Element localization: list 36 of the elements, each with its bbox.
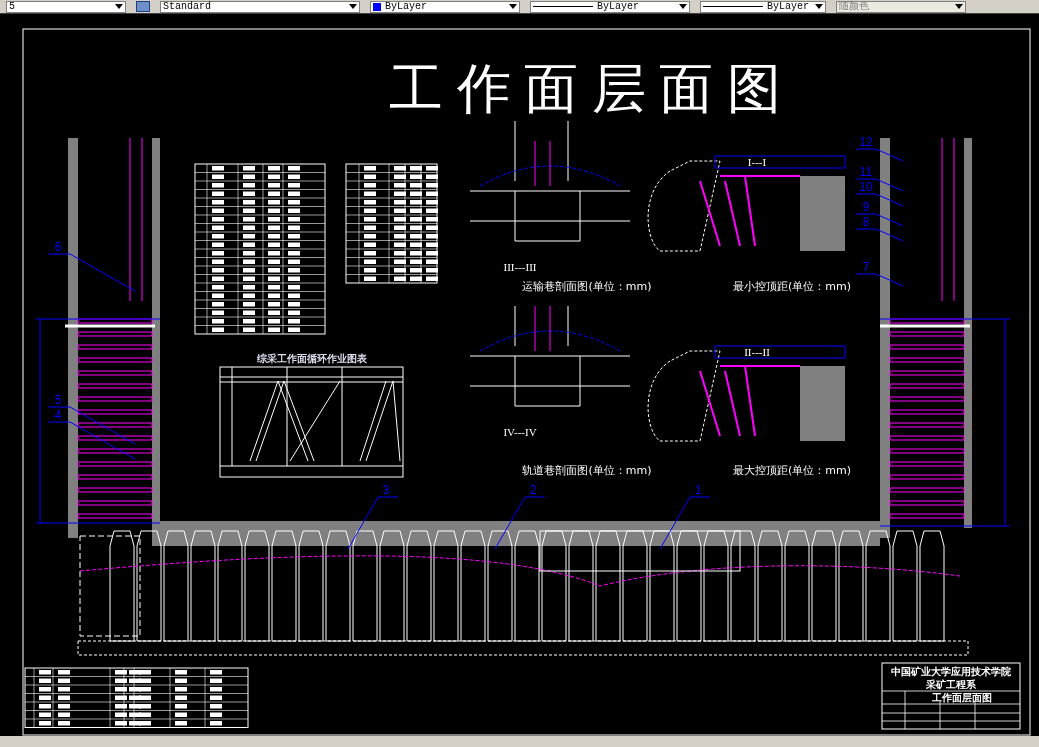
- department-name: 采矿工程系: [926, 679, 976, 690]
- callout-label: 6: [47, 240, 136, 292]
- caret-icon: [349, 4, 357, 9]
- section-mark: II---II: [744, 346, 770, 358]
- dropdown[interactable]: 5: [6, 0, 126, 13]
- dropdown[interactable]: ByLayer: [370, 0, 520, 13]
- callout-label: 2: [494, 483, 546, 550]
- school-name: 中国矿业大学应用技术学院: [891, 666, 1011, 677]
- callout-label: 1: [659, 483, 711, 550]
- section-caption: 最大控顶距(单位：mm): [733, 464, 851, 477]
- drawing-title: 工 作 面 层 面 图: [389, 59, 781, 119]
- dimension-style-icon[interactable]: [136, 1, 150, 12]
- line-preview: [533, 6, 593, 7]
- section-mark: IV---IV: [503, 426, 537, 438]
- section-mark: III---III: [503, 261, 537, 273]
- callout-label: 4: [47, 408, 136, 460]
- section-caption: 最小控顶距(单位：mm): [733, 280, 851, 293]
- dropdown[interactable]: ByLayer: [700, 0, 826, 13]
- color-swatch: [373, 2, 381, 11]
- caret-icon: [815, 4, 823, 9]
- section-caption: 运输巷剖面图(单位：mm): [522, 280, 652, 293]
- dropdown[interactable]: ByLayer: [530, 0, 690, 13]
- chart-title: 综采工作面循环作业图表: [257, 353, 367, 364]
- section-caption: 轨道巷剖面图(单位：mm): [522, 464, 652, 477]
- drawing-name: 工作面层面图: [932, 692, 992, 703]
- callout-label: 12: [855, 135, 904, 162]
- caret-icon: [955, 4, 963, 9]
- callout-label: 7: [855, 260, 904, 287]
- dropdown[interactable]: Standard: [160, 0, 360, 13]
- line-preview: [703, 6, 763, 7]
- section-mark: I---I: [747, 156, 767, 168]
- caret-icon: [509, 4, 517, 9]
- caret-icon: [679, 4, 687, 9]
- callout-label: 3: [347, 483, 399, 550]
- callout-label: 8: [855, 215, 904, 242]
- caret-icon: [115, 4, 123, 9]
